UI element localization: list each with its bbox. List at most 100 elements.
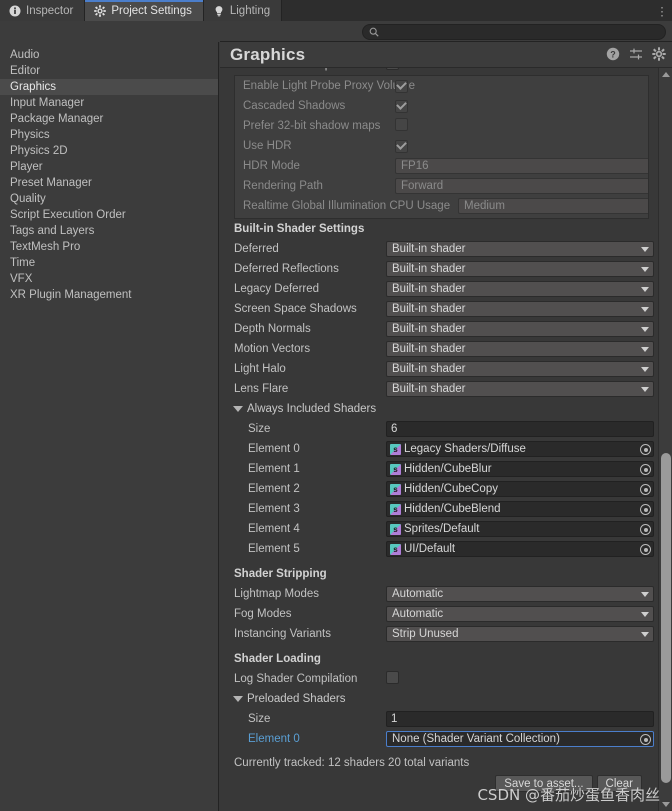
objectfield-element-3[interactable]: s Hidden/CubeBlend [386,501,654,517]
sidebar-item-graphics[interactable]: Graphics [0,79,218,95]
checkbox-use-hdr[interactable] [395,139,408,153]
row-preloaded-size[interactable]: Size 1 [226,709,654,729]
object-picker-icon[interactable] [640,544,651,555]
help-icon[interactable]: ? [606,47,620,61]
objectfield-element-1[interactable]: s Hidden/CubeBlur [386,461,654,477]
sidebar-item-physics[interactable]: Physics [0,127,218,143]
row-rendering-path[interactable]: Rendering Path Forward [235,176,648,196]
checkbox-enable-light-probe-proxy-volume[interactable] [395,79,408,93]
row-light-halo[interactable]: Light Halo Built-in shader [226,359,654,379]
sidebar-item-input-manager[interactable]: Input Manager [0,95,218,111]
row-depth-normals[interactable]: Depth Normals Built-in shader [226,319,654,339]
row-prefer-32bit-shadow-maps[interactable]: Prefer 32-bit shadow maps [235,116,648,136]
objectfield-element-4[interactable]: s Sprites/Default [386,521,654,537]
dropdown-legacy-deferred[interactable]: Built-in shader [386,281,654,297]
row-instancing-variants[interactable]: Instancing Variants Strip Unused [226,624,654,644]
row-always-included-element-1[interactable]: Element 1 s Hidden/CubeBlur [226,459,654,479]
dropdown-realtime-gi-cpu-usage[interactable]: Medium [458,198,648,214]
objectfield-element-0[interactable]: s Legacy Shaders/Diffuse [386,441,654,457]
row-enable-semitransparent-shadows[interactable]: Enable Semitransparent Shadows [226,68,651,75]
objectfield-element-2[interactable]: s Hidden/CubeCopy [386,481,654,497]
row-screen-space-shadows[interactable]: Screen Space Shadows Built-in shader [226,299,654,319]
sidebar-item-player[interactable]: Player [0,159,218,175]
row-always-included-element-3[interactable]: Element 3 s Hidden/CubeBlend [226,499,654,519]
sidebar-item-script-execution-order[interactable]: Script Execution Order [0,207,218,223]
row-deferred-reflections[interactable]: Deferred Reflections Built-in shader [226,259,654,279]
sidebar-item-time[interactable]: Time [0,255,218,271]
save-to-asset-button[interactable]: Save to asset... [495,775,593,792]
search-field[interactable] [362,24,666,40]
row-deferred[interactable]: Deferred Built-in shader [226,239,654,259]
row-always-included-element-4[interactable]: Element 4 s Sprites/Default [226,519,654,539]
dropdown-motion-vectors[interactable]: Built-in shader [386,341,654,357]
dropdown-deferred[interactable]: Built-in shader [386,241,654,257]
row-legacy-deferred[interactable]: Legacy Deferred Built-in shader [226,279,654,299]
row-always-included-element-5[interactable]: Element 5 s UI/Default [226,539,654,559]
dropdown-depth-normals[interactable]: Built-in shader [386,321,654,337]
dropdown-lightmap-modes[interactable]: Automatic [386,586,654,602]
dropdown-instancing-variants[interactable]: Strip Unused [386,626,654,642]
checkbox-log-shader-compilation[interactable] [386,671,399,684]
scroll-down-button[interactable] [659,798,672,811]
row-enable-light-probe-proxy-volume[interactable]: Enable Light Probe Proxy Volume [235,76,648,96]
sidebar-item-vfx[interactable]: VFX [0,271,218,287]
object-picker-icon[interactable] [640,444,651,455]
sidebar-item-tags-and-layers[interactable]: Tags and Layers [0,223,218,239]
sidebar-item-preset-manager[interactable]: Preset Manager [0,175,218,191]
checkbox-prefer-32bit-shadow-maps[interactable] [395,118,408,131]
objectfield-preloaded-element-0[interactable]: None (Shader Variant Collection) [386,731,654,747]
row-hdr-mode[interactable]: HDR Mode FP16 [235,156,648,176]
row-cascaded-shadows[interactable]: Cascaded Shadows [235,96,648,116]
row-fog-modes[interactable]: Fog Modes Automatic [226,604,654,624]
row-always-included-size[interactable]: Size 6 [226,419,654,439]
sidebar-item-xr-plugin-management[interactable]: XR Plugin Management [0,287,218,303]
dropdown-screen-space-shadows[interactable]: Built-in shader [386,301,654,317]
dropdown-lens-flare[interactable]: Built-in shader [386,381,654,397]
dropdown-hdr-mode[interactable]: FP16 [395,158,648,174]
object-picker-icon[interactable] [640,484,651,495]
row-motion-vectors[interactable]: Motion Vectors Built-in shader [226,339,654,359]
foldout-preloaded-shaders[interactable]: Preloaded Shaders [226,689,651,709]
vertical-scrollbar[interactable] [658,68,672,811]
tab-inspector[interactable]: Inspector [0,0,86,21]
tab-overflow-menu-icon[interactable]: ⋮ [652,0,672,21]
sidebar-item-editor[interactable]: Editor [0,63,218,79]
clear-button[interactable]: Clear [596,775,642,792]
preset-icon[interactable] [629,47,643,61]
dropdown-fog-modes[interactable]: Automatic [386,606,654,622]
dropdown-light-halo[interactable]: Built-in shader [386,361,654,377]
settings-gear-icon[interactable] [652,47,666,61]
row-lightmap-modes[interactable]: Lightmap Modes Automatic [226,584,654,604]
row-always-included-element-0[interactable]: Element 0 s Legacy Shaders/Diffuse [226,439,654,459]
tab-project-settings[interactable]: Project Settings [85,0,204,21]
row-use-hdr[interactable]: Use HDR [235,136,648,156]
sidebar-item-package-manager[interactable]: Package Manager [0,111,218,127]
sidebar-item-quality[interactable]: Quality [0,191,218,207]
object-picker-icon[interactable] [640,464,651,475]
checkbox[interactable] [386,68,399,70]
object-picker-icon[interactable] [640,524,651,535]
row-preloaded-element-0[interactable]: Element 0 None (Shader Variant Collectio… [226,729,654,749]
input-preloaded-size[interactable]: 1 [386,711,654,727]
sidebar-item-physics-2d[interactable]: Physics 2D [0,143,218,159]
scroll-up-button[interactable] [659,68,672,81]
search-input[interactable] [382,26,652,38]
settings-category-list[interactable]: Audio Editor Graphics Input Manager Pack… [0,42,219,811]
object-picker-icon[interactable] [640,734,651,745]
dropdown-rendering-path[interactable]: Forward [395,178,648,194]
row-log-shader-compilation[interactable]: Log Shader Compilation [226,669,651,689]
row-always-included-element-2[interactable]: Element 2 s Hidden/CubeCopy [226,479,654,499]
objectfield-element-5[interactable]: s UI/Default [386,541,654,557]
sidebar-item-audio[interactable]: Audio [0,47,218,63]
row-realtime-gi-cpu-usage[interactable]: Realtime Global Illumination CPU Usage M… [235,196,648,216]
object-picker-icon[interactable] [640,504,651,515]
tab-lighting[interactable]: Lighting [203,0,283,21]
foldout-always-included-shaders[interactable]: Always Included Shaders [226,399,651,419]
row-lens-flare[interactable]: Lens Flare Built-in shader [226,379,654,399]
scrollbar-thumb[interactable] [661,453,671,783]
checkbox-cascaded-shadows[interactable] [395,99,408,113]
settings-scroll-area[interactable]: Enable Semitransparent Shadows Enable Li… [220,68,672,811]
sidebar-item-textmesh-pro[interactable]: TextMesh Pro [0,239,218,255]
input-always-included-size[interactable]: 6 [386,421,654,437]
dropdown-deferred-reflections[interactable]: Built-in shader [386,261,654,277]
